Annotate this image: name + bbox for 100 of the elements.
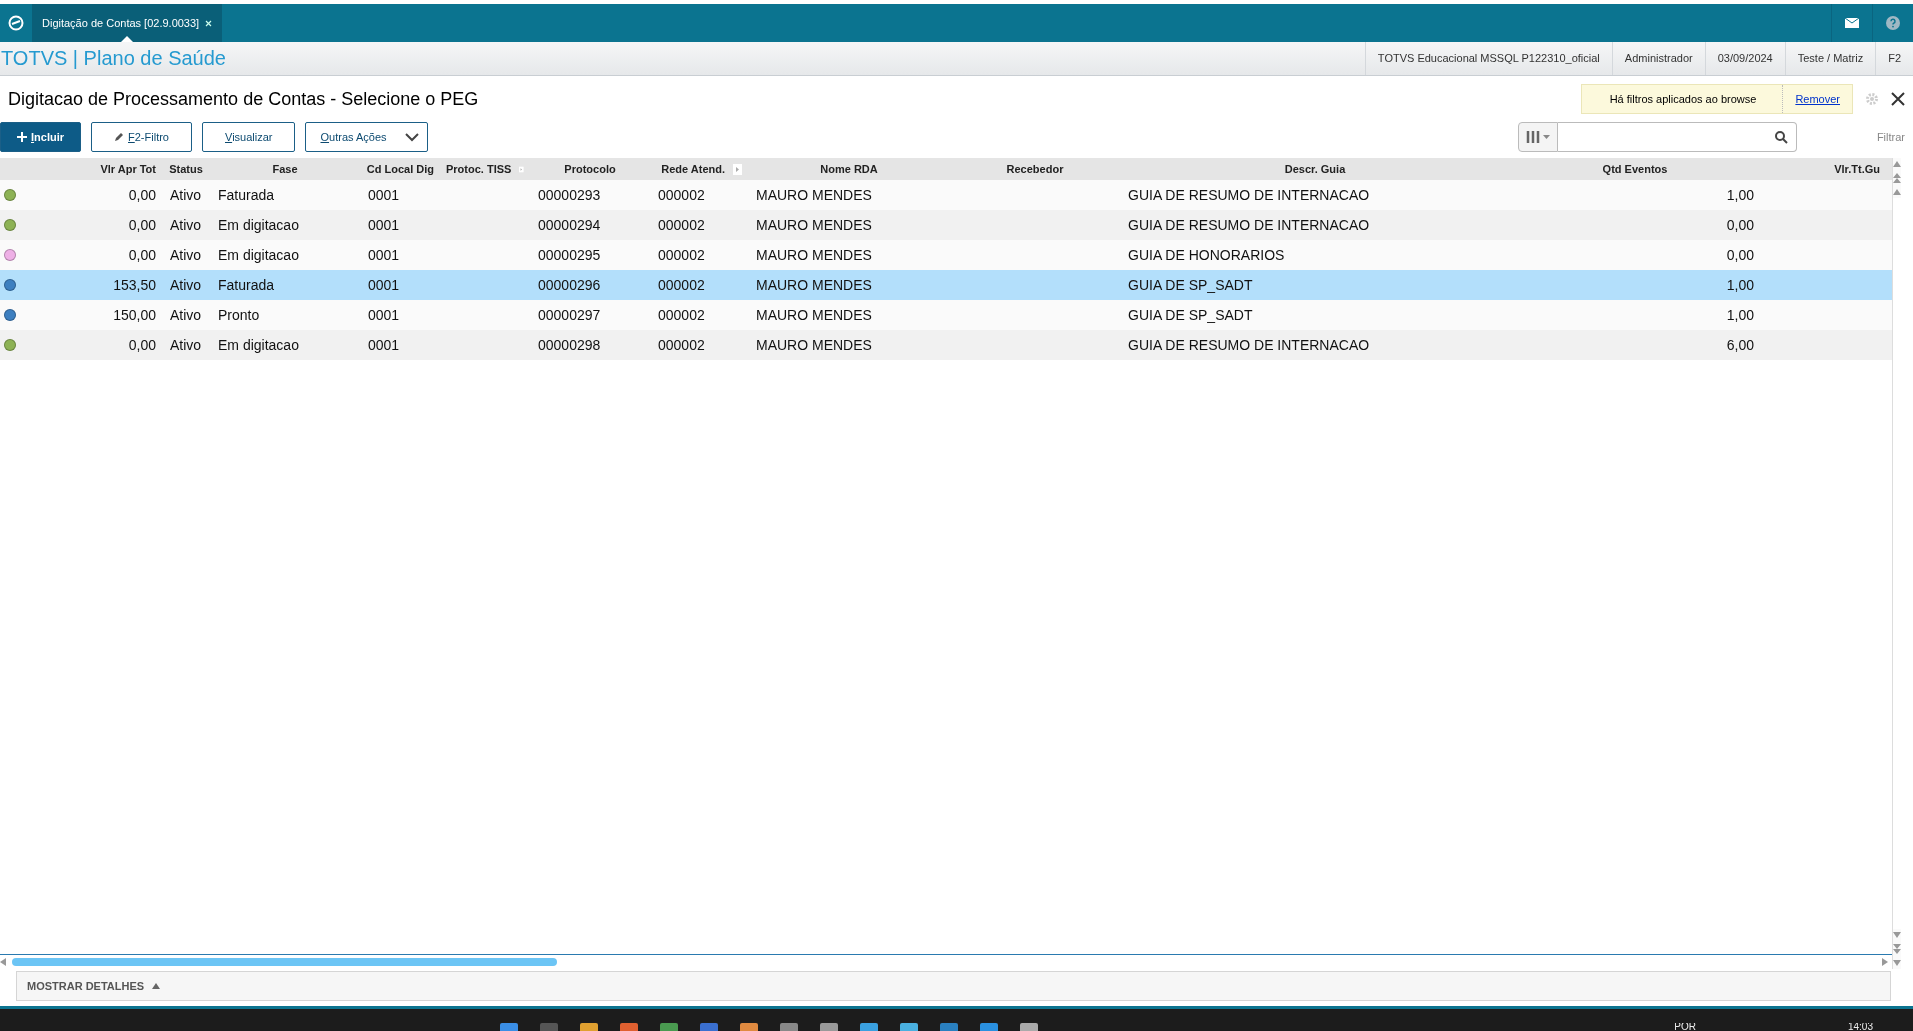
close-icon[interactable] (205, 19, 213, 27)
help-icon[interactable] (1886, 16, 1900, 30)
columns-button[interactable] (1517, 122, 1558, 152)
taskbar-icon[interactable] (660, 1023, 678, 1031)
table-cell: 0,00 (1726, 217, 1754, 233)
table-cell: 00000293 (538, 187, 601, 203)
table-cell: Em digitacao (218, 337, 299, 353)
remove-link[interactable]: Remover (1782, 85, 1852, 113)
filter-label: Filtrar (1876, 131, 1905, 143)
table-cell: 0001 (368, 187, 400, 203)
taskbar-icon[interactable] (1020, 1023, 1038, 1031)
table-cell: GUIA DE RESUMO DE INTERNACAO (1128, 337, 1370, 353)
table-cell: 000002 (658, 217, 705, 233)
table-cell: MAURO MENDES (756, 277, 872, 293)
column-header[interactable]: Protocolo (564, 163, 616, 175)
taskbar-icon[interactable] (860, 1023, 878, 1031)
table-cell: Em digitacao (218, 247, 299, 263)
column-header[interactable]: Cd Local Dig (366, 163, 434, 175)
taskbar-icon[interactable] (620, 1023, 638, 1031)
settings-button[interactable] (1865, 92, 1879, 106)
column-header[interactable]: Protoc. TISS (446, 163, 512, 175)
taskbar-icon[interactable] (940, 1023, 958, 1031)
close-button[interactable] (1891, 92, 1905, 106)
taskbar-icon[interactable] (580, 1023, 598, 1031)
table-cell: 153,50 (113, 277, 156, 293)
table-cell: 0001 (368, 337, 400, 353)
column-header[interactable]: Recebedor (1006, 163, 1064, 175)
app-brand: TOTVS | Plano de Saúde (0, 47, 226, 70)
session-info: TOTVS Educacional MSSQL P122310_oficial (1364, 42, 1612, 75)
caret-up-icon (152, 983, 161, 989)
plus-icon (17, 132, 27, 142)
toolbar-button[interactable]: Incluir (0, 122, 81, 152)
table-row[interactable]: 150,00 Ativo Pronto 0001 00000297 000002 MAURO MENDES GUIA DE SP_SADT 1,00 (0, 300, 1892, 330)
column-header[interactable]: Status (169, 163, 203, 175)
pencil-icon (114, 132, 124, 142)
table-row[interactable]: 0,00 Ativo Em digitacao 0001 00000295 000002 MAURO MENDES GUIA DE HONORARIOS 0,00 (0, 240, 1892, 270)
table-cell: 0,00 (1726, 247, 1754, 263)
language-indicator[interactable]: POR (1674, 1023, 1696, 1031)
table-cell: 00000298 (538, 337, 601, 353)
taskbar-icon[interactable] (980, 1023, 998, 1031)
column-header[interactable]: Descr. Guia (1284, 163, 1346, 175)
scroll-top-button[interactable] (1893, 158, 1901, 170)
column-header[interactable]: Fase (272, 163, 298, 175)
show-details-button[interactable]: MOSTRAR DETALHES (17, 979, 167, 993)
table-cell: GUIA DE RESUMO DE INTERNACAO (1128, 187, 1370, 203)
taskbar-icon[interactable] (540, 1023, 558, 1031)
toolbar-button[interactable]: F2-Filtro (91, 122, 192, 152)
taskbar-icon[interactable] (900, 1023, 918, 1031)
table-cell: GUIA DE SP_SADT (1128, 307, 1253, 323)
table-cell: MAURO MENDES (756, 217, 872, 233)
table-cell: Ativo (170, 217, 202, 233)
table-cell: GUIA DE HONORARIOS (1128, 247, 1285, 263)
taskbar-icon[interactable] (780, 1023, 798, 1031)
table-row[interactable]: 0,00 Ativo Faturada 0001 00000293 000002 MAURO MENDES GUIA DE RESUMO DE INTERNACAO 1,00 (0, 180, 1892, 210)
page-up-button[interactable] (1893, 170, 1901, 186)
session-info: Teste / Matriz (1784, 42, 1876, 75)
table-cell: Faturada (218, 277, 275, 293)
table-cell: 00000296 (538, 277, 601, 293)
table-row[interactable]: 0,00 Ativo Em digitacao 0001 00000294 000002 MAURO MENDES GUIA DE RESUMO DE INTERNACAO 0,00 (0, 210, 1892, 240)
scroll-up-button[interactable] (1893, 186, 1901, 198)
table-cell: 0,00 (128, 337, 156, 353)
mail-icon[interactable] (1845, 18, 1859, 28)
scroll-bottom-button[interactable] (1893, 957, 1901, 969)
logo-icon[interactable] (8, 15, 24, 31)
taskbar-icon[interactable] (740, 1023, 758, 1031)
scroll-left-icon[interactable] (0, 958, 6, 966)
column-header[interactable]: Rede Atend. (661, 163, 725, 175)
search-icon[interactable] (1774, 130, 1788, 144)
column-header[interactable]: Vlr.Tt.Gu (1834, 163, 1880, 175)
session-info: 03/09/2024 (1704, 42, 1785, 75)
taskbar-icon[interactable] (500, 1023, 518, 1031)
scroll-down-button[interactable] (1893, 929, 1901, 941)
scrollbar-thumb[interactable] (12, 958, 557, 966)
column-arrow-icon[interactable] (733, 163, 742, 175)
search-field[interactable] (1557, 122, 1797, 152)
scroll-right-icon[interactable] (1882, 958, 1888, 966)
table-cell: 00000294 (538, 217, 601, 233)
table-cell: 0001 (368, 307, 400, 323)
column-header[interactable]: Qtd Eventos (1602, 163, 1668, 175)
app-tab[interactable]: Digitação de Contas [02.9.0033] (32, 4, 223, 42)
taskbar-icon[interactable] (700, 1023, 718, 1031)
toolbar-button[interactable]: Visualizar (202, 122, 296, 152)
page-down-button[interactable] (1893, 941, 1901, 957)
table-cell: MAURO MENDES (756, 187, 872, 203)
table-cell: 0,00 (128, 187, 156, 203)
table-cell: 000002 (658, 277, 705, 293)
clock-text: 14:03 (1847, 1023, 1873, 1031)
table-row[interactable]: 153,50 Ativo Faturada 0001 00000296 000002 MAURO MENDES GUIA DE SP_SADT 1,00 (0, 270, 1892, 300)
toolbar-button[interactable]: Outras Ações (305, 122, 428, 152)
session-info: F2 (1875, 42, 1913, 75)
column-header[interactable]: Nome RDA (820, 163, 878, 175)
table-row[interactable]: 0,00 Ativo Em digitacao 0001 00000298 000002 MAURO MENDES GUIA DE RESUMO DE INTERNACAO 6,00 (0, 330, 1892, 360)
table-cell: 000002 (658, 307, 705, 323)
table-cell: Em digitacao (218, 217, 299, 233)
column-header[interactable]: Vlr Apr Tot (100, 163, 156, 175)
taskbar-icon[interactable] (820, 1023, 838, 1031)
columns-icon (1525, 131, 1540, 143)
chevron-down-icon (404, 132, 419, 142)
table-cell: 0,00 (128, 217, 156, 233)
table-cell: MAURO MENDES (756, 337, 872, 353)
